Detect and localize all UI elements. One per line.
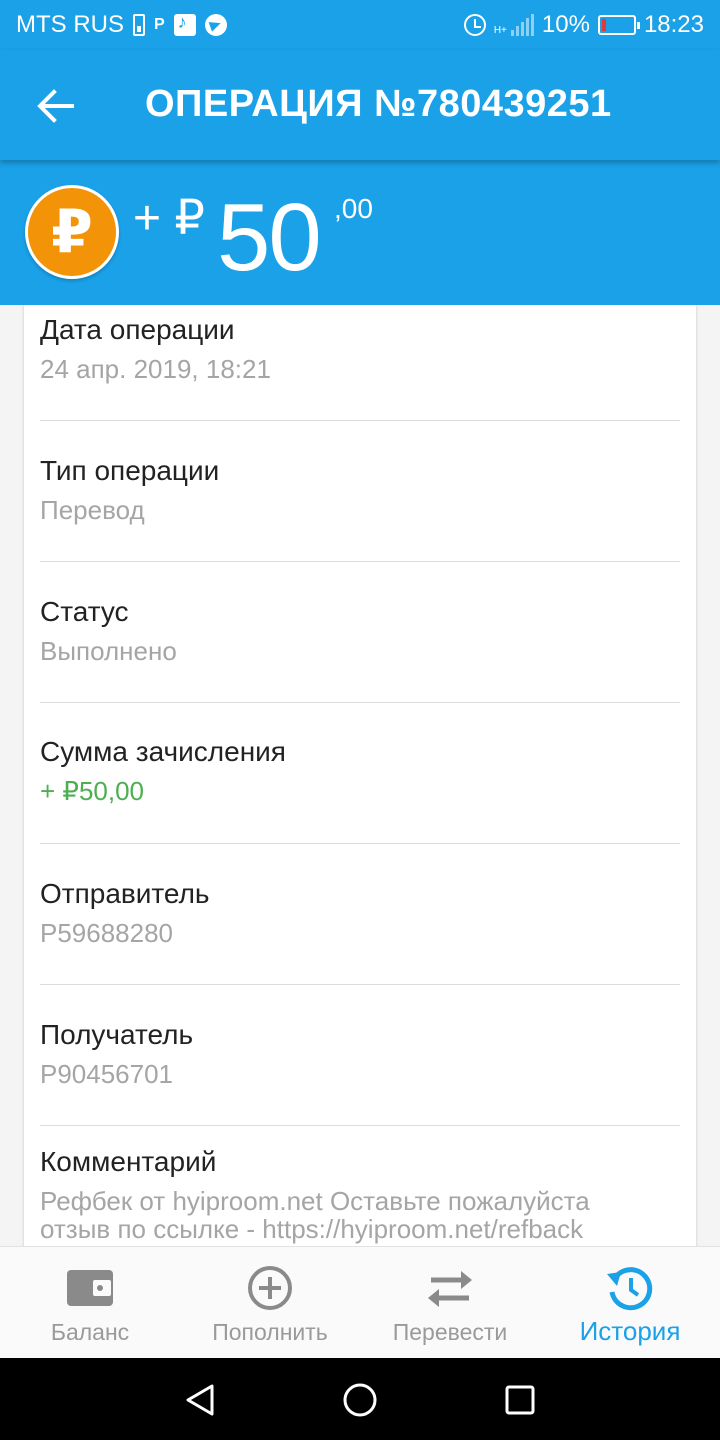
- back-button[interactable]: [30, 80, 82, 132]
- home-circle-icon[interactable]: [340, 1380, 380, 1420]
- status-right: H+ 10% 18:23: [463, 11, 704, 39]
- amount-integer: 50: [217, 184, 322, 291]
- detail-row-date: Дата операции 24 апр. 2019, 18:21: [40, 313, 680, 385]
- amount-sign: + ₽: [133, 192, 205, 245]
- detail-value: Выполнено: [40, 636, 177, 666]
- nav-item-transfer[interactable]: Перевести: [360, 1247, 540, 1359]
- nav-label: Баланс: [50, 1319, 130, 1345]
- signal-icon: H+: [494, 14, 534, 36]
- plus-circle-icon: [248, 1266, 292, 1310]
- music-note-icon: [173, 12, 196, 36]
- network-type-label: H+: [493, 25, 507, 36]
- detail-label: Отправитель: [40, 878, 210, 909]
- detail-row-status: Статус Выполнено: [40, 595, 680, 667]
- divider: [40, 984, 680, 985]
- detail-label: Получатель: [40, 1019, 194, 1050]
- nav-label: История: [579, 1316, 681, 1346]
- details-card: Дата операции 24 апр. 2019, 18:21 Тип оп…: [24, 305, 696, 1250]
- back-triangle-icon[interactable]: [180, 1380, 220, 1420]
- arrow-left-icon: [37, 89, 74, 123]
- detail-row-sender: Отправитель P59688280: [40, 877, 680, 949]
- ruble-coin-icon: ₽: [25, 185, 119, 279]
- app-bar: ОПЕРАЦИЯ №780439251: [0, 50, 720, 160]
- divider: [40, 420, 680, 421]
- coin-symbol: ₽: [51, 198, 93, 265]
- history-icon: [607, 1267, 653, 1311]
- battery-icon: [597, 15, 640, 35]
- p-badge-icon: P: [154, 16, 165, 33]
- divider: [40, 843, 680, 844]
- detail-value: Перевод: [40, 495, 145, 525]
- detail-row-recipient: Получатель P90456701: [40, 1018, 680, 1090]
- telegram-icon: [204, 14, 227, 36]
- battery-percent: 10%: [541, 11, 590, 38]
- divider: [40, 1125, 680, 1126]
- credited-amount-value: + ₽50,00: [40, 776, 145, 806]
- wallet-icon: [67, 1270, 113, 1306]
- alarm-icon: [463, 14, 486, 36]
- detail-label: Комментарий: [40, 1146, 217, 1177]
- transfer-arrows-icon: [428, 1271, 472, 1307]
- nav-label: Пополнить: [212, 1319, 328, 1345]
- recents-square-icon[interactable]: [500, 1380, 540, 1420]
- detail-label: Тип операции: [40, 455, 220, 486]
- detail-value: 24 апр. 2019, 18:21: [40, 354, 271, 384]
- nav-item-topup[interactable]: Пополнить: [180, 1247, 360, 1359]
- nav-item-history[interactable]: История: [540, 1247, 720, 1359]
- carrier-label: MTS RUS: [16, 11, 124, 38]
- detail-label: Статус: [40, 596, 129, 627]
- detail-row-type: Тип операции Перевод: [40, 454, 680, 526]
- detail-label: Сумма зачисления: [40, 736, 286, 767]
- divider: [40, 702, 680, 703]
- sim-battery-icon: [133, 14, 145, 36]
- detail-row-amount: Сумма зачисления + ₽50,00: [40, 735, 680, 807]
- screen: MTS RUS P H+ 10% 18:23 ОПЕРАЦИЯ №7804392…: [0, 0, 720, 1440]
- nav-label: Перевести: [392, 1319, 508, 1345]
- comment-value: Рефбек от hyiproom.net Оставьте пожалуйс…: [40, 1186, 590, 1244]
- detail-row-comment: Комментарий Рефбек от hyiproom.net Остав…: [40, 1145, 680, 1243]
- status-bar: MTS RUS P H+ 10% 18:23: [0, 0, 720, 50]
- recipient-value: P90456701: [40, 1059, 174, 1089]
- nav-item-balance[interactable]: Баланс: [0, 1247, 180, 1359]
- sender-value: P59688280: [40, 918, 174, 948]
- page-title: ОПЕРАЦИЯ №780439251: [145, 83, 612, 125]
- amount-header: ₽ + ₽ 50 ,00: [0, 160, 720, 305]
- detail-label: Дата операции: [40, 314, 235, 345]
- status-left: MTS RUS P: [16, 11, 227, 39]
- bottom-nav: Баланс Пополнить Перевести История: [0, 1246, 720, 1358]
- clock: 18:23: [643, 11, 704, 38]
- system-nav-bar: [0, 1358, 720, 1440]
- divider: [40, 561, 680, 562]
- amount-fraction: ,00: [334, 193, 373, 224]
